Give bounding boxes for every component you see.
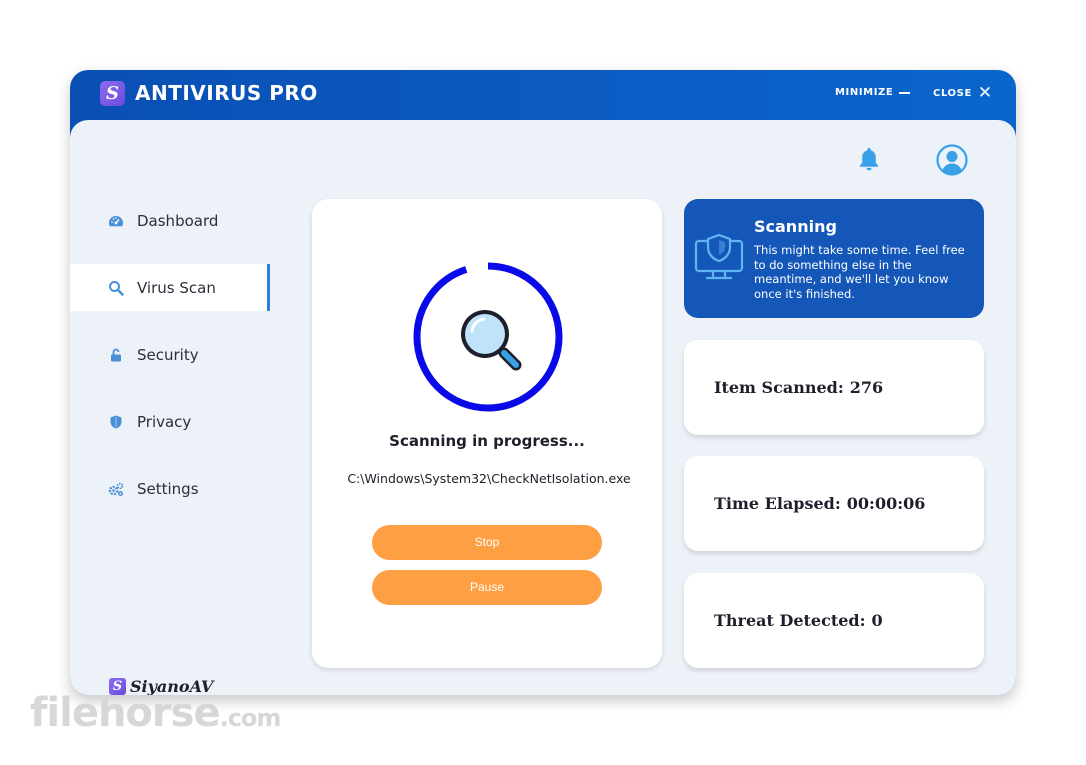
title-bar: S ANTIVIRUS PRO MINIMIZE CLOSE ✕ (70, 70, 1016, 120)
close-icon: ✕ (977, 83, 993, 103)
scan-status-text: Scanning in progress... (389, 432, 585, 450)
app-title: ANTIVIRUS PRO (135, 81, 318, 105)
stat-label: Item Scanned: (714, 378, 844, 397)
stat-label: Time Elapsed: (714, 494, 841, 513)
sidebar-item-label: Security (137, 345, 199, 364)
sidebar-item-dashboard[interactable]: Dashboard (70, 197, 270, 244)
stop-button[interactable]: Stop (372, 525, 602, 560)
bell-icon[interactable] (855, 145, 883, 177)
minimize-button[interactable]: MINIMIZE (835, 87, 911, 98)
watermark-suffix: .com (219, 704, 282, 732)
main-content: Dashboard Virus Scan Security Privacy Se… (70, 120, 1016, 695)
lock-icon (108, 347, 124, 363)
stat-card-time-elapsed: Time Elapsed: 00:00:06 (684, 456, 984, 551)
stat-value: 00:00:06 (846, 494, 926, 513)
minimize-label: MINIMIZE (835, 87, 894, 98)
stat-value: 0 (871, 611, 883, 630)
info-text: This might take some time. Feel free to … (754, 243, 965, 301)
stat-card-items-scanned: Item Scanned: 276 (684, 340, 984, 435)
close-label: CLOSE (933, 87, 972, 99)
sidebar-item-security[interactable]: Security (70, 331, 270, 378)
user-avatar-icon[interactable] (936, 144, 968, 180)
minimize-icon (899, 91, 911, 94)
magnifier-icon (461, 310, 522, 371)
scan-progress-ring (413, 262, 563, 412)
sidebar-item-settings[interactable]: Settings (70, 465, 270, 512)
app-logo-icon: S (100, 81, 125, 106)
search-icon (108, 280, 124, 296)
close-button[interactable]: CLOSE ✕ (933, 83, 993, 103)
monitor-shield-icon (693, 232, 745, 288)
stat-value: 276 (849, 378, 884, 397)
app-window: S ANTIVIRUS PRO MINIMIZE CLOSE ✕ Dashboa… (70, 70, 1016, 695)
sidebar: Dashboard Virus Scan Security Privacy Se… (70, 197, 270, 695)
scanning-info-card: Scanning This might take some time. Feel… (684, 199, 984, 318)
gears-icon (108, 481, 124, 497)
shield-icon (108, 414, 124, 430)
sidebar-item-label: Settings (137, 479, 199, 498)
stat-label: Threat Detected: (714, 611, 866, 630)
sidebar-item-privacy[interactable]: Privacy (70, 398, 270, 445)
pause-button[interactable]: Pause (372, 570, 602, 605)
sidebar-item-virus-scan[interactable]: Virus Scan (70, 264, 270, 311)
scan-current-file: C:\Windows\System32\CheckNetIsolation.ex… (347, 471, 631, 486)
watermark-logo: filehorse.com (30, 690, 282, 736)
sidebar-item-label: Virus Scan (137, 278, 216, 297)
sidebar-item-label: Privacy (137, 412, 192, 431)
info-title: Scanning (754, 217, 837, 236)
dashboard-gauge-icon (108, 213, 124, 229)
scan-card: Scanning in progress... C:\Windows\Syste… (312, 199, 662, 668)
sidebar-item-label: Dashboard (137, 211, 219, 230)
watermark-main: filehorse (30, 690, 221, 736)
stat-card-threats: Threat Detected: 0 (684, 573, 984, 668)
